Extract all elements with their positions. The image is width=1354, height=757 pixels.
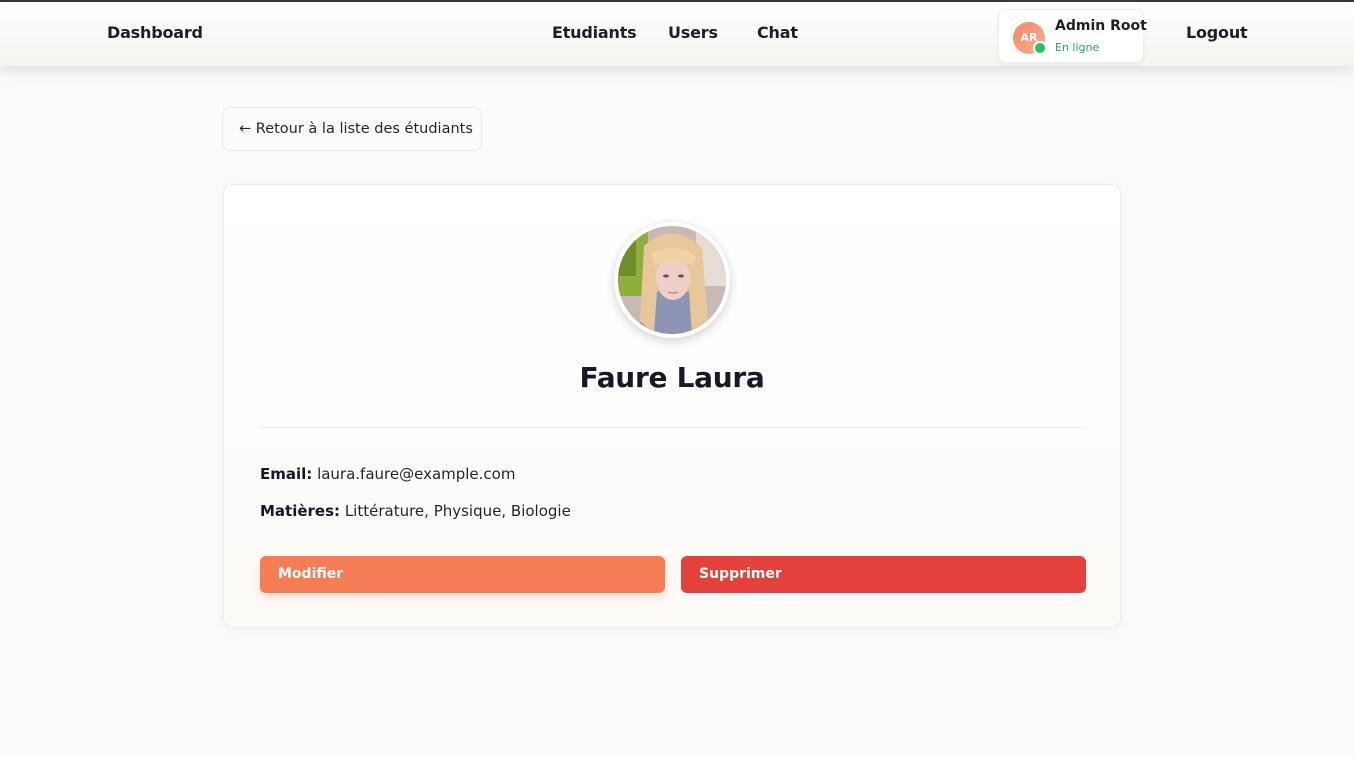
- subjects-row: Matières: Littérature, Physique, Biologi…: [260, 502, 571, 520]
- user-status: En ligne: [1055, 41, 1100, 54]
- subjects-value: Littérature, Physique, Biologie: [344, 502, 571, 520]
- divider: [260, 427, 1086, 428]
- nav-dashboard-link[interactable]: Dashboard: [107, 23, 203, 43]
- edit-button[interactable]: Modifier: [260, 556, 665, 593]
- email-value: laura.faure@example.com: [317, 465, 516, 483]
- online-status-dot: [1033, 41, 1047, 55]
- student-photo: [618, 226, 726, 334]
- nav-chat-link[interactable]: Chat: [757, 23, 798, 43]
- delete-button[interactable]: Supprimer: [681, 556, 1086, 593]
- user-chip[interactable]: AR Admin Root En ligne: [998, 9, 1147, 63]
- student-name: Faure Laura: [579, 361, 765, 394]
- back-to-list-button[interactable]: ← Retour à la liste des étudiants: [222, 107, 482, 151]
- subjects-label: Matières:: [260, 502, 341, 520]
- student-card: Faure Laura Email: laura.faure@example.c…: [223, 184, 1121, 628]
- student-photo-image: [618, 226, 726, 334]
- nav-users-link[interactable]: Users: [668, 23, 718, 43]
- navbar: Dashboard Etudiants Users Chat AR Admin …: [0, 2, 1354, 66]
- user-name: Admin Root: [1055, 18, 1147, 34]
- student-photo-frame: [614, 222, 730, 338]
- nav-etudiants-link[interactable]: Etudiants: [552, 23, 637, 43]
- email-row: Email: laura.faure@example.com: [260, 465, 515, 483]
- email-label: Email:: [260, 465, 313, 483]
- logout-link[interactable]: Logout: [1186, 23, 1248, 43]
